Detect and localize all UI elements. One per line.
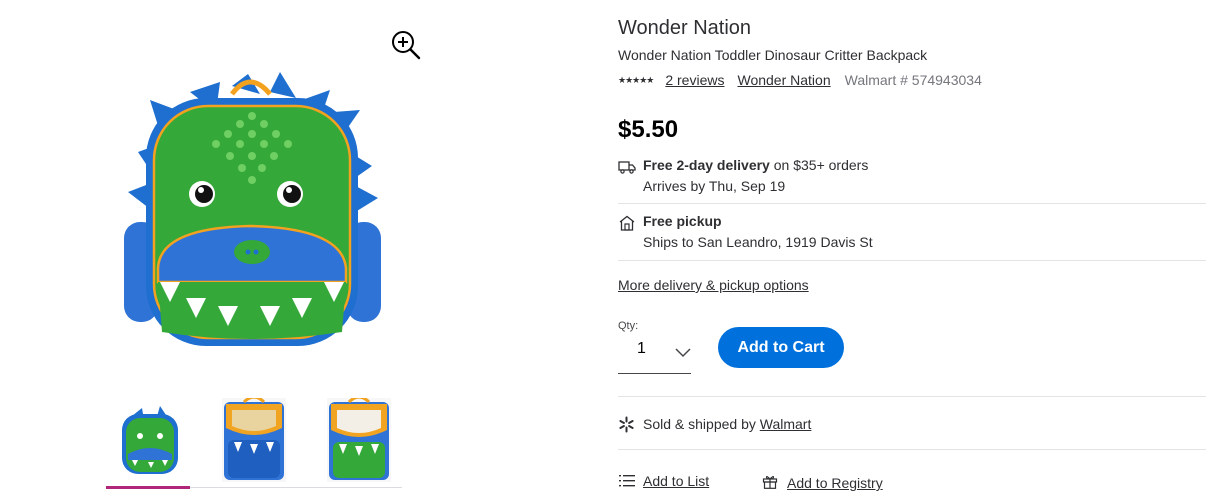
- add-to-registry-link[interactable]: Add to Registry: [787, 475, 883, 491]
- add-to-list-link[interactable]: Add to List: [643, 473, 709, 489]
- selected-thumbnail-indicator: [106, 486, 190, 489]
- pickup-title: Free pickup: [643, 213, 722, 229]
- thumbnail-strip: [106, 395, 402, 490]
- list-icon: [619, 474, 635, 488]
- reviews-link[interactable]: 2 reviews: [665, 72, 724, 88]
- product-gallery: [0, 0, 600, 503]
- add-to-cart-button[interactable]: Add to Cart: [718, 327, 844, 368]
- pickup-option: Free pickup Ships to San Leandro, 1919 D…: [618, 213, 1206, 253]
- product-brand-heading: Wonder Nation: [618, 17, 752, 39]
- delivery-arrival: Arrives by Thu, Sep 19: [643, 178, 786, 194]
- thumbnail-1[interactable]: [118, 406, 182, 476]
- price: $5.50: [618, 116, 679, 143]
- star-rating: ★★★★★: [618, 74, 654, 85]
- quantity-value: 1: [637, 340, 646, 357]
- zoom-in-icon[interactable]: [389, 28, 423, 62]
- delivery-threshold: on $35+ orders: [769, 157, 869, 173]
- thumbnail-rail-divider: [190, 487, 402, 488]
- more-delivery-options-link[interactable]: More delivery & pickup options: [618, 277, 809, 293]
- gift-icon: [762, 474, 778, 489]
- product-title: Wonder Nation Toddler Dinosaur Critter B…: [618, 47, 928, 63]
- thumbnail-3[interactable]: [327, 395, 391, 482]
- delivery-option: Free 2-day delivery on $35+ orders Arriv…: [618, 157, 1206, 197]
- divider: [618, 449, 1206, 450]
- seller-link[interactable]: Walmart: [760, 416, 812, 432]
- divider: [618, 260, 1206, 261]
- walmart-spark-icon: [618, 416, 635, 433]
- divider: [618, 203, 1206, 204]
- quantity-label: Qty:: [618, 320, 639, 332]
- store-icon: [618, 215, 636, 231]
- item-number: Walmart # 574943034: [844, 72, 982, 88]
- product-main-image[interactable]: [120, 72, 385, 362]
- truck-icon: [618, 159, 636, 175]
- thumbnail-2[interactable]: [222, 395, 286, 482]
- pickup-location: Ships to San Leandro, 1919 Davis St: [643, 234, 873, 250]
- seller-prefix: Sold & shipped by: [643, 416, 760, 432]
- delivery-title: Free 2-day delivery: [643, 157, 770, 173]
- product-info: Wonder Nation Wonder Nation Toddler Dino…: [618, 0, 1206, 503]
- quantity-select[interactable]: 1: [618, 334, 691, 374]
- rating-row: ★★★★★ 2 reviews Wonder Nation Walmart # …: [618, 72, 982, 88]
- chevron-down-icon: [675, 345, 691, 358]
- brand-link[interactable]: Wonder Nation: [737, 72, 830, 88]
- divider: [618, 396, 1206, 397]
